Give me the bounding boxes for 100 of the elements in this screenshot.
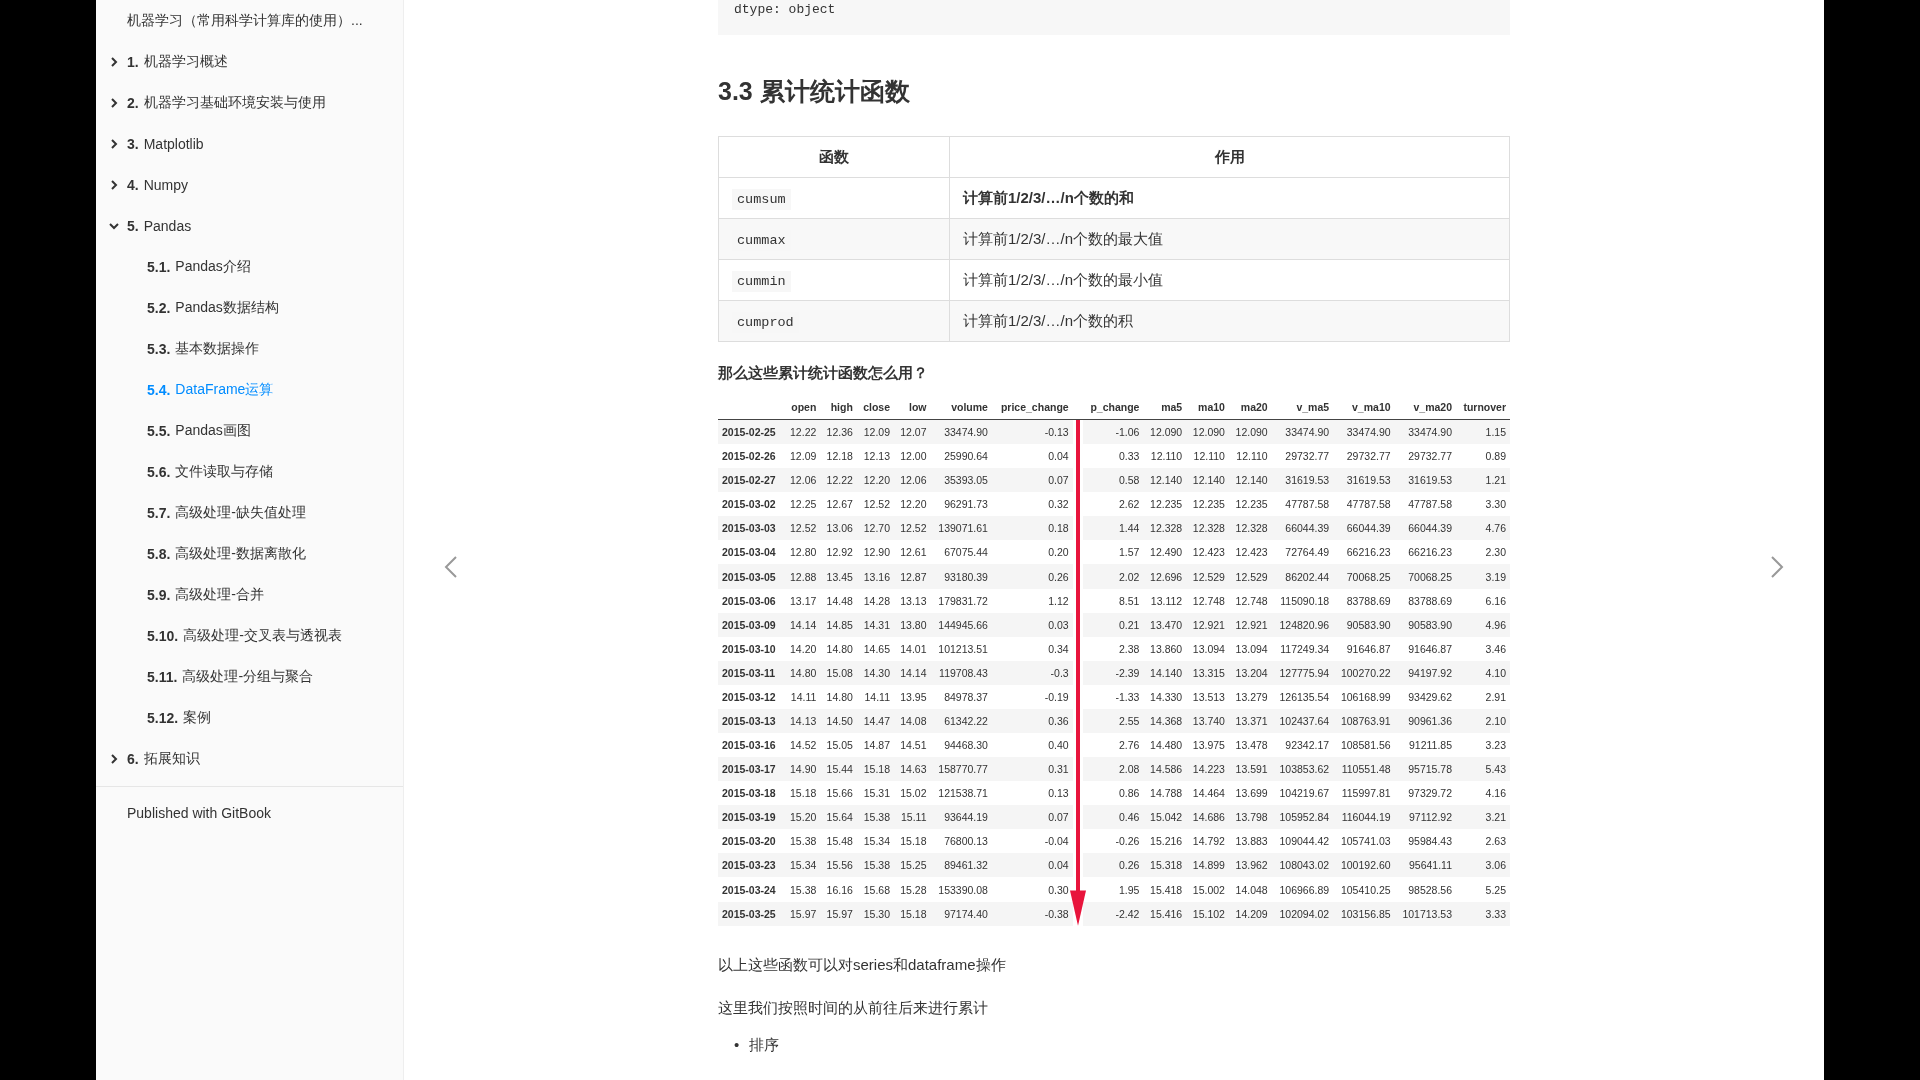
sidebar-item[interactable]: 5.9. 高级处理-合并 <box>96 574 403 615</box>
sidebar-item[interactable]: 5.12. 案例 <box>96 697 403 738</box>
sidebar-item[interactable]: 5.11. 高级处理-分组与聚合 <box>96 656 403 697</box>
table-cell: 4.10 <box>1456 660 1510 685</box>
row-index: 2015-03-24 <box>718 877 784 902</box>
table-cell: 15.30 <box>856 901 894 926</box>
table-cell: 15.97 <box>783 901 821 926</box>
column-header: volume <box>930 399 992 420</box>
table-cell: 14.140 <box>1143 660 1187 685</box>
table-cell: 14.209 <box>1228 901 1272 926</box>
table-cell: 94197.92 <box>1394 660 1456 685</box>
table-cell: 14.223 <box>1186 757 1229 782</box>
sidebar-item[interactable]: 3. Matplotlib <box>96 123 403 164</box>
table-cell: 15.38 <box>783 877 821 902</box>
table-cell: 15.66 <box>820 781 857 806</box>
table-cell: 5.43 <box>1456 757 1510 782</box>
table-cell: 0.07 <box>991 468 1073 493</box>
table-cell: 31619.53 <box>1271 468 1334 493</box>
sidebar-item[interactable]: 6. 拓展知识 <box>96 738 403 779</box>
next-page-button[interactable] <box>1770 555 1784 579</box>
sidebar-item[interactable]: 4. Numpy <box>96 164 403 205</box>
table-cell: 12.06 <box>894 468 931 493</box>
sidebar-item[interactable]: 5.3. 基本数据操作 <box>96 328 403 369</box>
table-cell: 13.16 <box>856 564 894 589</box>
table-cell: 84978.37 <box>930 684 992 709</box>
table-cell: 12.52 <box>856 492 894 517</box>
table-cell: 94468.30 <box>930 733 992 758</box>
column-header: turnover <box>1456 399 1510 420</box>
column-header: ma5 <box>1143 399 1187 420</box>
table-cell: 计算前1/2/3/…/n个数的积 <box>949 300 1510 342</box>
table-cell: 2.76 <box>1082 733 1144 758</box>
row-index: 2015-03-03 <box>718 516 784 541</box>
table-cell: -0.38 <box>991 901 1073 926</box>
table-cell: 0.34 <box>991 636 1073 661</box>
table-cell: 15.042 <box>1143 805 1187 830</box>
table-cell: 2.02 <box>1082 564 1144 589</box>
table-cell: -0.26 <box>1082 829 1144 854</box>
sidebar-item[interactable]: 2. 机器学习基础环境安装与使用 <box>96 82 403 123</box>
sidebar-item[interactable]: 5.1. Pandas介绍 <box>96 246 403 287</box>
table-cell: 105741.03 <box>1333 829 1395 854</box>
table-cell: 12.110 <box>1186 444 1229 469</box>
table-cell: 15.97 <box>820 901 857 926</box>
table-cell: 29732.77 <box>1271 444 1334 469</box>
row-index: 2015-03-06 <box>718 588 784 613</box>
table-cell: -0.04 <box>991 829 1073 854</box>
table-cell: 0.46 <box>1082 805 1144 830</box>
column-header: 作用 <box>949 136 1510 178</box>
table-cell: 13.112 <box>1143 588 1187 613</box>
table-cell: 14.87 <box>856 733 894 758</box>
table-cell: 8.51 <box>1082 588 1144 613</box>
row-index: 2015-02-25 <box>718 419 784 445</box>
table-cell: 13.740 <box>1186 708 1229 733</box>
table-cell: 14.08 <box>894 708 931 733</box>
table-cell: 0.21 <box>1082 612 1144 637</box>
previous-page-button[interactable] <box>444 555 458 579</box>
sidebar-item[interactable]: 5.6. 文件读取与存储 <box>96 451 403 492</box>
sidebar-item[interactable]: 1. 机器学习概述 <box>96 41 403 82</box>
sidebar-item[interactable]: 5. Pandas <box>96 205 403 246</box>
table-cell: 179831.72 <box>930 588 992 613</box>
book-title[interactable]: 机器学习（常用科学计算库的使用）... <box>96 0 403 41</box>
table-cell: 13.478 <box>1228 733 1272 758</box>
table-cell: 14.792 <box>1186 829 1229 854</box>
table-cell: 12.92 <box>820 540 857 565</box>
table-cell: 47787.58 <box>1271 492 1334 517</box>
sidebar-item[interactable]: 5.8. 高级处理-数据离散化 <box>96 533 403 574</box>
table-cell: 13.13 <box>894 588 931 613</box>
published-link[interactable]: Published with GitBook <box>127 805 271 821</box>
table-cell: 3.46 <box>1456 636 1510 661</box>
row-index: 2015-03-18 <box>718 781 784 806</box>
table-cell: 14.63 <box>894 757 931 782</box>
table-cell: 12.140 <box>1228 468 1272 493</box>
table-cell: 3.06 <box>1456 853 1510 878</box>
table-cell: 14.20 <box>783 636 821 661</box>
table-cell: 14.686 <box>1186 805 1229 830</box>
table-cell: 3.33 <box>1456 901 1510 926</box>
table-cell: 66216.23 <box>1394 540 1456 565</box>
table-cell: 15.08 <box>820 660 857 685</box>
table-cell: 2.30 <box>1456 540 1510 565</box>
row-index: 2015-03-23 <box>718 853 784 878</box>
sidebar-item[interactable]: 5.5. Pandas画图 <box>96 410 403 451</box>
table-cell: 14.80 <box>820 684 857 709</box>
table-cell: 101713.53 <box>1394 901 1456 926</box>
column-header: v_ma10 <box>1333 399 1395 420</box>
table-cell: 3.23 <box>1456 733 1510 758</box>
table-cell: -2.39 <box>1082 660 1144 685</box>
table-cell: 12.921 <box>1186 612 1229 637</box>
table-cell: 15.05 <box>820 733 857 758</box>
table-cell: 110551.48 <box>1333 757 1395 782</box>
column-header: price_change <box>991 399 1073 420</box>
sidebar-item[interactable]: 5.2. Pandas数据结构 <box>96 287 403 328</box>
table-cell: 100270.22 <box>1333 660 1395 685</box>
sidebar-item[interactable]: 5.10. 高级处理-交叉表与透视表 <box>96 615 403 656</box>
table-cell: 12.13 <box>856 444 894 469</box>
table-cell: 12.235 <box>1143 492 1187 517</box>
table-cell: 124820.96 <box>1271 612 1334 637</box>
table-cell: 47787.58 <box>1394 492 1456 517</box>
sidebar-item[interactable]: 5.7. 高级处理-缺失值处理 <box>96 492 403 533</box>
chevron-right-icon <box>108 752 120 765</box>
column-header: open <box>783 399 821 420</box>
table-cell: 13.591 <box>1228 757 1272 782</box>
